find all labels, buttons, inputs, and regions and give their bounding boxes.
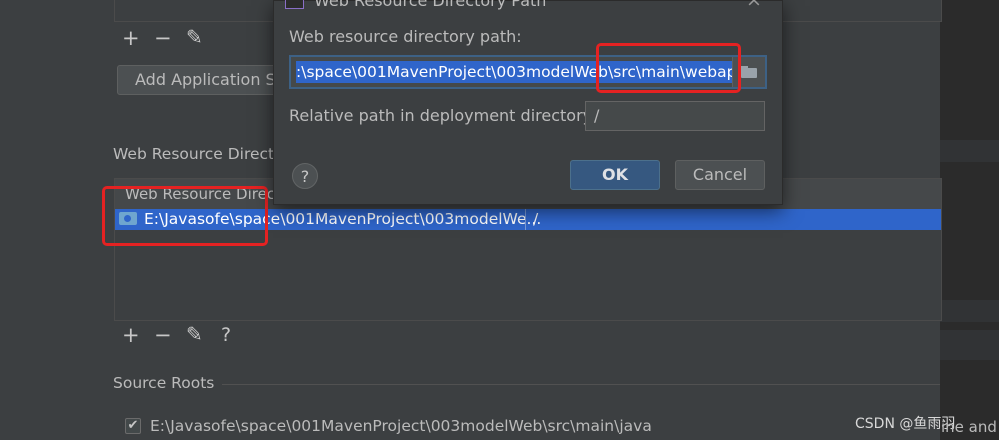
help-icon[interactable]: ?: [221, 324, 231, 346]
remove-icon[interactable]: −: [154, 324, 172, 346]
path-label: Web resource directory path:: [289, 27, 522, 46]
relative-path-label: Relative path in deployment directory:: [289, 106, 597, 125]
cancel-button[interactable]: Cancel: [675, 160, 765, 190]
column-divider: [525, 209, 526, 230]
source-root-path: E:\Javasofe\space\001MavenProject\003mod…: [150, 417, 652, 435]
row-relative: /: [533, 210, 539, 228]
remove-icon[interactable]: −: [154, 27, 172, 49]
intellij-logo-icon: [285, 0, 304, 9]
right-text-fragment: ine and: [941, 418, 997, 436]
left-sidebar-strip: [0, 0, 110, 440]
edit-icon[interactable]: ✎: [186, 26, 203, 48]
close-icon[interactable]: ×: [746, 0, 762, 11]
source-roots-title: Source Roots: [113, 374, 215, 392]
highlight-box: [596, 43, 741, 93]
add-application-server-label: Add Application Se: [135, 70, 286, 89]
dialog-title: Web Resource Directory Path: [314, 0, 547, 10]
source-root-checkbox[interactable]: ✔: [125, 418, 141, 434]
right-band: [940, 140, 999, 162]
web-resource-section-title: Web Resource Directo: [113, 145, 284, 163]
highlight-box: [102, 186, 268, 246]
edit-icon[interactable]: ✎: [186, 323, 203, 345]
section-divider: [222, 384, 940, 385]
help-button[interactable]: ?: [292, 163, 318, 189]
right-band: [940, 330, 999, 360]
ok-button[interactable]: OK: [570, 160, 660, 190]
relative-path-value: /: [594, 106, 600, 125]
right-band: [940, 300, 999, 322]
add-icon[interactable]: +: [122, 324, 140, 346]
relative-path-input[interactable]: /: [585, 101, 765, 131]
add-icon[interactable]: +: [122, 27, 140, 49]
right-editor-area: [940, 0, 999, 440]
web-resource-directory-dialog: Web Resource Directory Path × Web resour…: [273, 0, 783, 205]
